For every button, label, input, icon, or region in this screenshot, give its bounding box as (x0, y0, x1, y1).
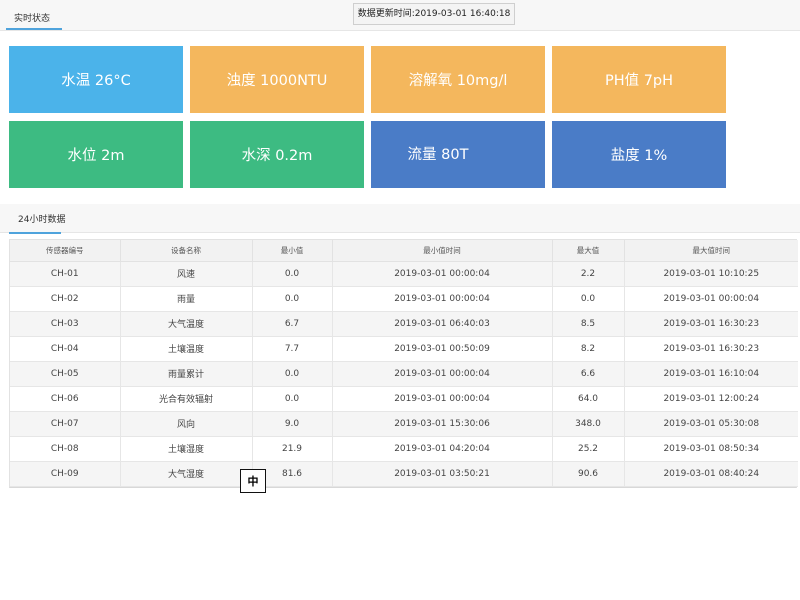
cell-max-value: 25.2 (552, 436, 625, 462)
tile-turbidity: 浊度 1000NTU (190, 46, 364, 113)
sensor-data-table: 传感器编号 设备名称 最小值 最小值时间 最大值 最大值时间 CH-01 风速 … (10, 240, 798, 487)
tile-water-level: 水位 2m (9, 121, 183, 188)
tile-salinity: 盐度 1% (552, 121, 726, 188)
cell-sensor-id: CH-05 (10, 361, 121, 387)
tile-ph-value: PH值 7pH (552, 46, 726, 113)
column-header[interactable]: 最大值时间 (624, 240, 798, 262)
active-tab-indicator-24h (9, 232, 61, 234)
cell-device-name: 土壤湿度 (120, 436, 253, 462)
cell-max-value: 8.2 (552, 336, 625, 362)
tile-dissolved-oxygen: 溶解氧 10mg/l (371, 46, 545, 113)
cell-device-name: 风速 (120, 261, 253, 287)
table-row: CH-09 大气湿度 81.6 2019-03-01 03:50:21 90.6… (10, 461, 798, 487)
cell-max-time: 2019-03-01 16:30:23 (624, 311, 798, 337)
cell-min-time: 2019-03-01 00:00:04 (332, 386, 553, 412)
cell-device-name: 雨量累计 (120, 361, 253, 387)
cell-min-value: 6.7 (252, 311, 333, 337)
cell-max-value: 6.6 (552, 361, 625, 387)
tile-water-temperature: 水温 26°C (9, 46, 183, 113)
column-header[interactable]: 传感器编号 (10, 240, 121, 262)
column-header[interactable]: 设备名称 (120, 240, 253, 262)
cell-sensor-id: CH-01 (10, 261, 121, 287)
cell-sensor-id: CH-07 (10, 411, 121, 437)
cell-min-value: 0.0 (252, 361, 333, 387)
cell-device-name: 光合有效辐射 (120, 386, 253, 412)
cell-max-value: 2.2 (552, 261, 625, 287)
table-row: CH-07 风向 9.0 2019-03-01 15:30:06 348.0 2… (10, 411, 798, 437)
cell-max-time: 2019-03-01 10:10:25 (624, 261, 798, 287)
cell-sensor-id: CH-08 (10, 436, 121, 462)
cell-max-value: 0.0 (552, 286, 625, 312)
cell-sensor-id: CH-09 (10, 461, 121, 487)
tile-water-depth: 水深 0.2m (190, 121, 364, 188)
cell-min-value: 0.0 (252, 261, 333, 287)
cell-device-name: 雨量 (120, 286, 253, 312)
cell-max-time: 2019-03-01 00:00:04 (624, 286, 798, 312)
status-tiles: 水温 26°C 浊度 1000NTU 溶解氧 10mg/l PH值 7pH 水位… (9, 46, 726, 188)
table-header-row: 传感器编号 设备名称 最小值 最小值时间 最大值 最大值时间 (10, 240, 798, 262)
cell-min-time: 2019-03-01 00:00:04 (332, 261, 553, 287)
tab-realtime-status[interactable]: 实时状态 (10, 8, 54, 30)
cell-min-value: 7.7 (252, 336, 333, 362)
cell-device-name: 大气温度 (120, 311, 253, 337)
tile-flow-rate: 流量 80T (371, 121, 545, 188)
cell-device-name: 风向 (120, 411, 253, 437)
cell-sensor-id: CH-03 (10, 311, 121, 337)
cell-max-value: 8.5 (552, 311, 625, 337)
cell-max-time: 2019-03-01 12:00:24 (624, 386, 798, 412)
cell-min-time: 2019-03-01 00:00:04 (332, 361, 553, 387)
cell-min-time: 2019-03-01 00:00:04 (332, 286, 553, 312)
cell-min-time: 2019-03-01 04:20:04 (332, 436, 553, 462)
table-row: CH-05 雨量累计 0.0 2019-03-01 00:00:04 6.6 2… (10, 361, 798, 387)
table-row: CH-01 风速 0.0 2019-03-01 00:00:04 2.2 201… (10, 261, 798, 287)
table-row: CH-02 雨量 0.0 2019-03-01 00:00:04 0.0 201… (10, 286, 798, 312)
active-tab-indicator (6, 28, 62, 30)
cell-max-value: 64.0 (552, 386, 625, 412)
cell-min-value: 21.9 (252, 436, 333, 462)
cell-max-time: 2019-03-01 08:40:24 (624, 461, 798, 487)
cell-min-value: 9.0 (252, 411, 333, 437)
cell-min-time: 2019-03-01 15:30:06 (332, 411, 553, 437)
table-row: CH-06 光合有效辐射 0.0 2019-03-01 00:00:04 64.… (10, 386, 798, 412)
cell-sensor-id: CH-06 (10, 386, 121, 412)
cell-max-time: 2019-03-01 05:30:08 (624, 411, 798, 437)
cell-min-time: 2019-03-01 03:50:21 (332, 461, 553, 487)
column-header[interactable]: 最小值时间 (332, 240, 553, 262)
cell-min-value: 0.0 (252, 386, 333, 412)
ime-mode-indicator[interactable]: 中 (240, 469, 266, 493)
panel-header-24h (0, 204, 800, 233)
cell-sensor-id: CH-02 (10, 286, 121, 312)
cell-min-value: 0.0 (252, 286, 333, 312)
cell-max-value: 90.6 (552, 461, 625, 487)
cell-max-time: 2019-03-01 08:50:34 (624, 436, 798, 462)
cell-device-name: 大气湿度 (120, 461, 253, 487)
table-row: CH-04 土壤温度 7.7 2019-03-01 00:50:09 8.2 2… (10, 336, 798, 362)
data-update-time: 数据更新时间:2019-03-01 16:40:18 (353, 3, 515, 25)
cell-max-value: 348.0 (552, 411, 625, 437)
cell-max-time: 2019-03-01 16:10:04 (624, 361, 798, 387)
table-row: CH-03 大气温度 6.7 2019-03-01 06:40:03 8.5 2… (10, 311, 798, 337)
tab-24h-data[interactable]: 24小时数据 (18, 212, 65, 225)
column-header[interactable]: 最大值 (552, 240, 625, 262)
cell-min-time: 2019-03-01 06:40:03 (332, 311, 553, 337)
cell-sensor-id: CH-04 (10, 336, 121, 362)
column-header[interactable]: 最小值 (252, 240, 333, 262)
cell-device-name: 土壤温度 (120, 336, 253, 362)
data-table-container: 传感器编号 设备名称 最小值 最小值时间 最大值 最大值时间 CH-01 风速 … (9, 239, 798, 488)
cell-max-time: 2019-03-01 16:30:23 (624, 336, 798, 362)
table-row: CH-08 土壤湿度 21.9 2019-03-01 04:20:04 25.2… (10, 436, 798, 462)
cell-min-time: 2019-03-01 00:50:09 (332, 336, 553, 362)
